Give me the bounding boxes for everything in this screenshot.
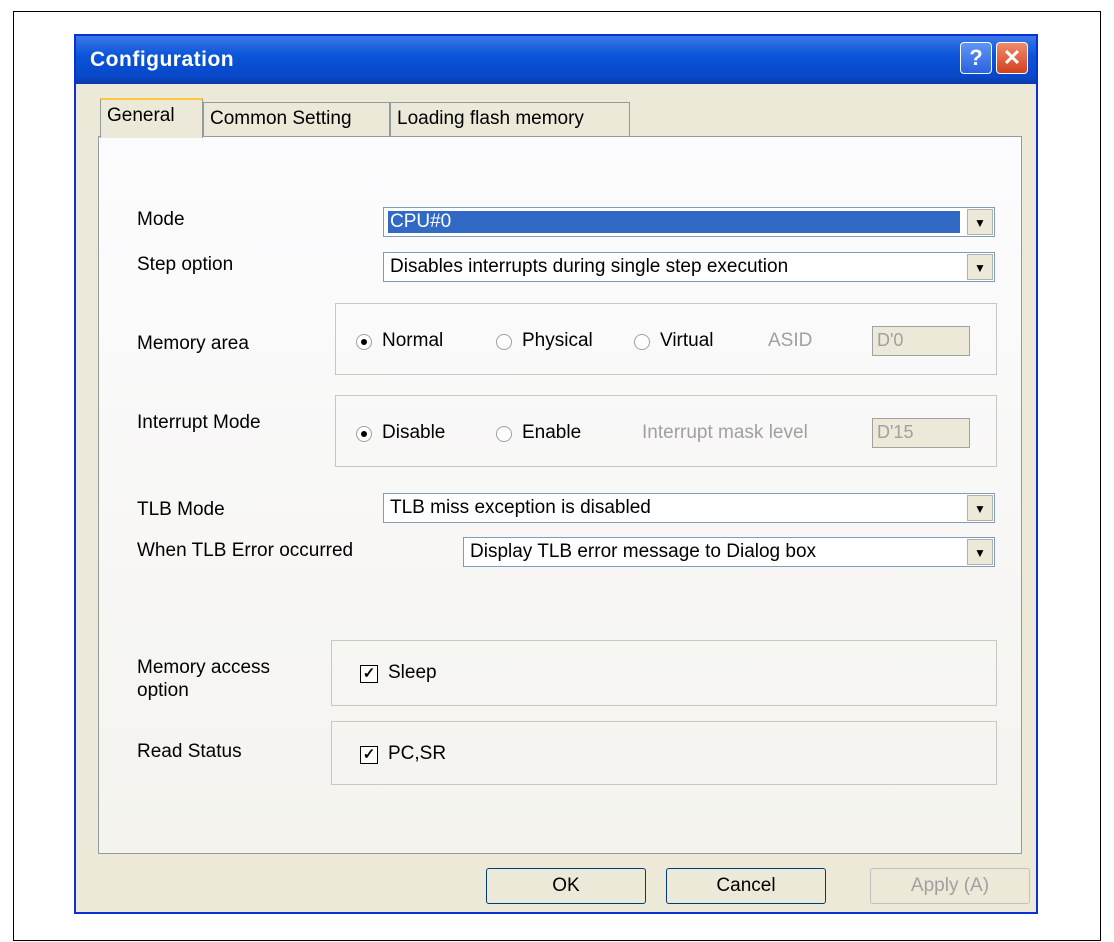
mode-label: Mode bbox=[137, 209, 185, 230]
interrupt-enable-label: Enable bbox=[522, 422, 582, 443]
tlb-mode-label: TLB Mode bbox=[137, 499, 225, 520]
read-status-group: ✓ PC,SR bbox=[331, 721, 997, 785]
apply-button[interactable]: Apply (A) bbox=[870, 868, 1030, 904]
interrupt-disable-label: Disable bbox=[382, 422, 446, 443]
general-tab-panel: Mode CPU#0 ▼ Step option Disables interr… bbox=[98, 136, 1022, 854]
memory-area-virtual-label: Virtual bbox=[660, 330, 714, 351]
memory-access-group: ✓ Sleep bbox=[331, 640, 997, 706]
memory-area-physical-radio[interactable] bbox=[496, 334, 512, 350]
pc-sr-checkbox[interactable]: ✓ bbox=[360, 746, 378, 764]
memory-area-group: Normal Physical Virtual ASID D'0 bbox=[335, 303, 997, 375]
interrupt-disable-radio[interactable] bbox=[356, 426, 372, 442]
tlb-mode-value: TLB miss exception is disabled bbox=[390, 497, 651, 518]
tlb-error-select[interactable]: Display TLB error message to Dialog box … bbox=[463, 537, 995, 567]
memory-area-normal-label: Normal bbox=[382, 330, 444, 351]
memory-access-label-line1: Memory access bbox=[137, 657, 271, 678]
interrupt-mode-group: Disable Enable Interrupt mask level D'15 bbox=[335, 395, 997, 467]
tab-common-setting[interactable]: Common Setting bbox=[203, 102, 390, 136]
tlb-error-value: Display TLB error message to Dialog box bbox=[470, 541, 817, 562]
cancel-button[interactable]: Cancel bbox=[666, 868, 826, 904]
asid-input: D'0 bbox=[872, 326, 970, 356]
chevron-down-icon[interactable]: ▼ bbox=[967, 254, 993, 280]
interrupt-mode-label: Interrupt Mode bbox=[137, 412, 261, 433]
chevron-down-icon[interactable]: ▼ bbox=[967, 495, 993, 521]
help-icon[interactable]: ? bbox=[960, 42, 992, 74]
memory-area-physical-label: Physical bbox=[522, 330, 593, 351]
interrupt-mask-level-label: Interrupt mask level bbox=[642, 422, 808, 443]
window-title: Configuration bbox=[90, 48, 235, 71]
tab-loading-flash-memory[interactable]: Loading flash memory bbox=[390, 102, 630, 136]
memory-access-label-line2: option bbox=[137, 680, 189, 701]
sleep-checkbox[interactable]: ✓ bbox=[360, 665, 378, 683]
configuration-dialog: Configuration ? ✕ General Common Setting… bbox=[74, 34, 1038, 914]
tlb-error-label: When TLB Error occurred bbox=[137, 540, 354, 561]
tab-general[interactable]: General bbox=[100, 98, 203, 138]
sleep-label: Sleep bbox=[388, 662, 437, 683]
read-status-label: Read Status bbox=[137, 741, 242, 762]
mode-value: CPU#0 bbox=[388, 211, 960, 233]
ok-button[interactable]: OK bbox=[486, 868, 646, 904]
close-icon[interactable]: ✕ bbox=[996, 42, 1028, 74]
tlb-mode-select[interactable]: TLB miss exception is disabled ▼ bbox=[383, 493, 995, 523]
pc-sr-label: PC,SR bbox=[388, 743, 447, 764]
asid-label: ASID bbox=[768, 330, 813, 351]
step-option-label: Step option bbox=[137, 254, 234, 275]
memory-area-label: Memory area bbox=[137, 333, 249, 354]
interrupt-enable-radio[interactable] bbox=[496, 426, 512, 442]
title-bar[interactable]: Configuration ? ✕ bbox=[76, 36, 1036, 84]
step-option-value: Disables interrupts during single step e… bbox=[390, 256, 789, 277]
chevron-down-icon[interactable]: ▼ bbox=[967, 209, 993, 235]
memory-area-normal-radio[interactable] bbox=[356, 334, 372, 350]
memory-area-virtual-radio[interactable] bbox=[634, 334, 650, 350]
mode-select[interactable]: CPU#0 ▼ bbox=[383, 207, 995, 237]
chevron-down-icon[interactable]: ▼ bbox=[967, 539, 993, 565]
step-option-select[interactable]: Disables interrupts during single step e… bbox=[383, 252, 995, 282]
interrupt-mask-level-input: D'15 bbox=[872, 418, 970, 448]
